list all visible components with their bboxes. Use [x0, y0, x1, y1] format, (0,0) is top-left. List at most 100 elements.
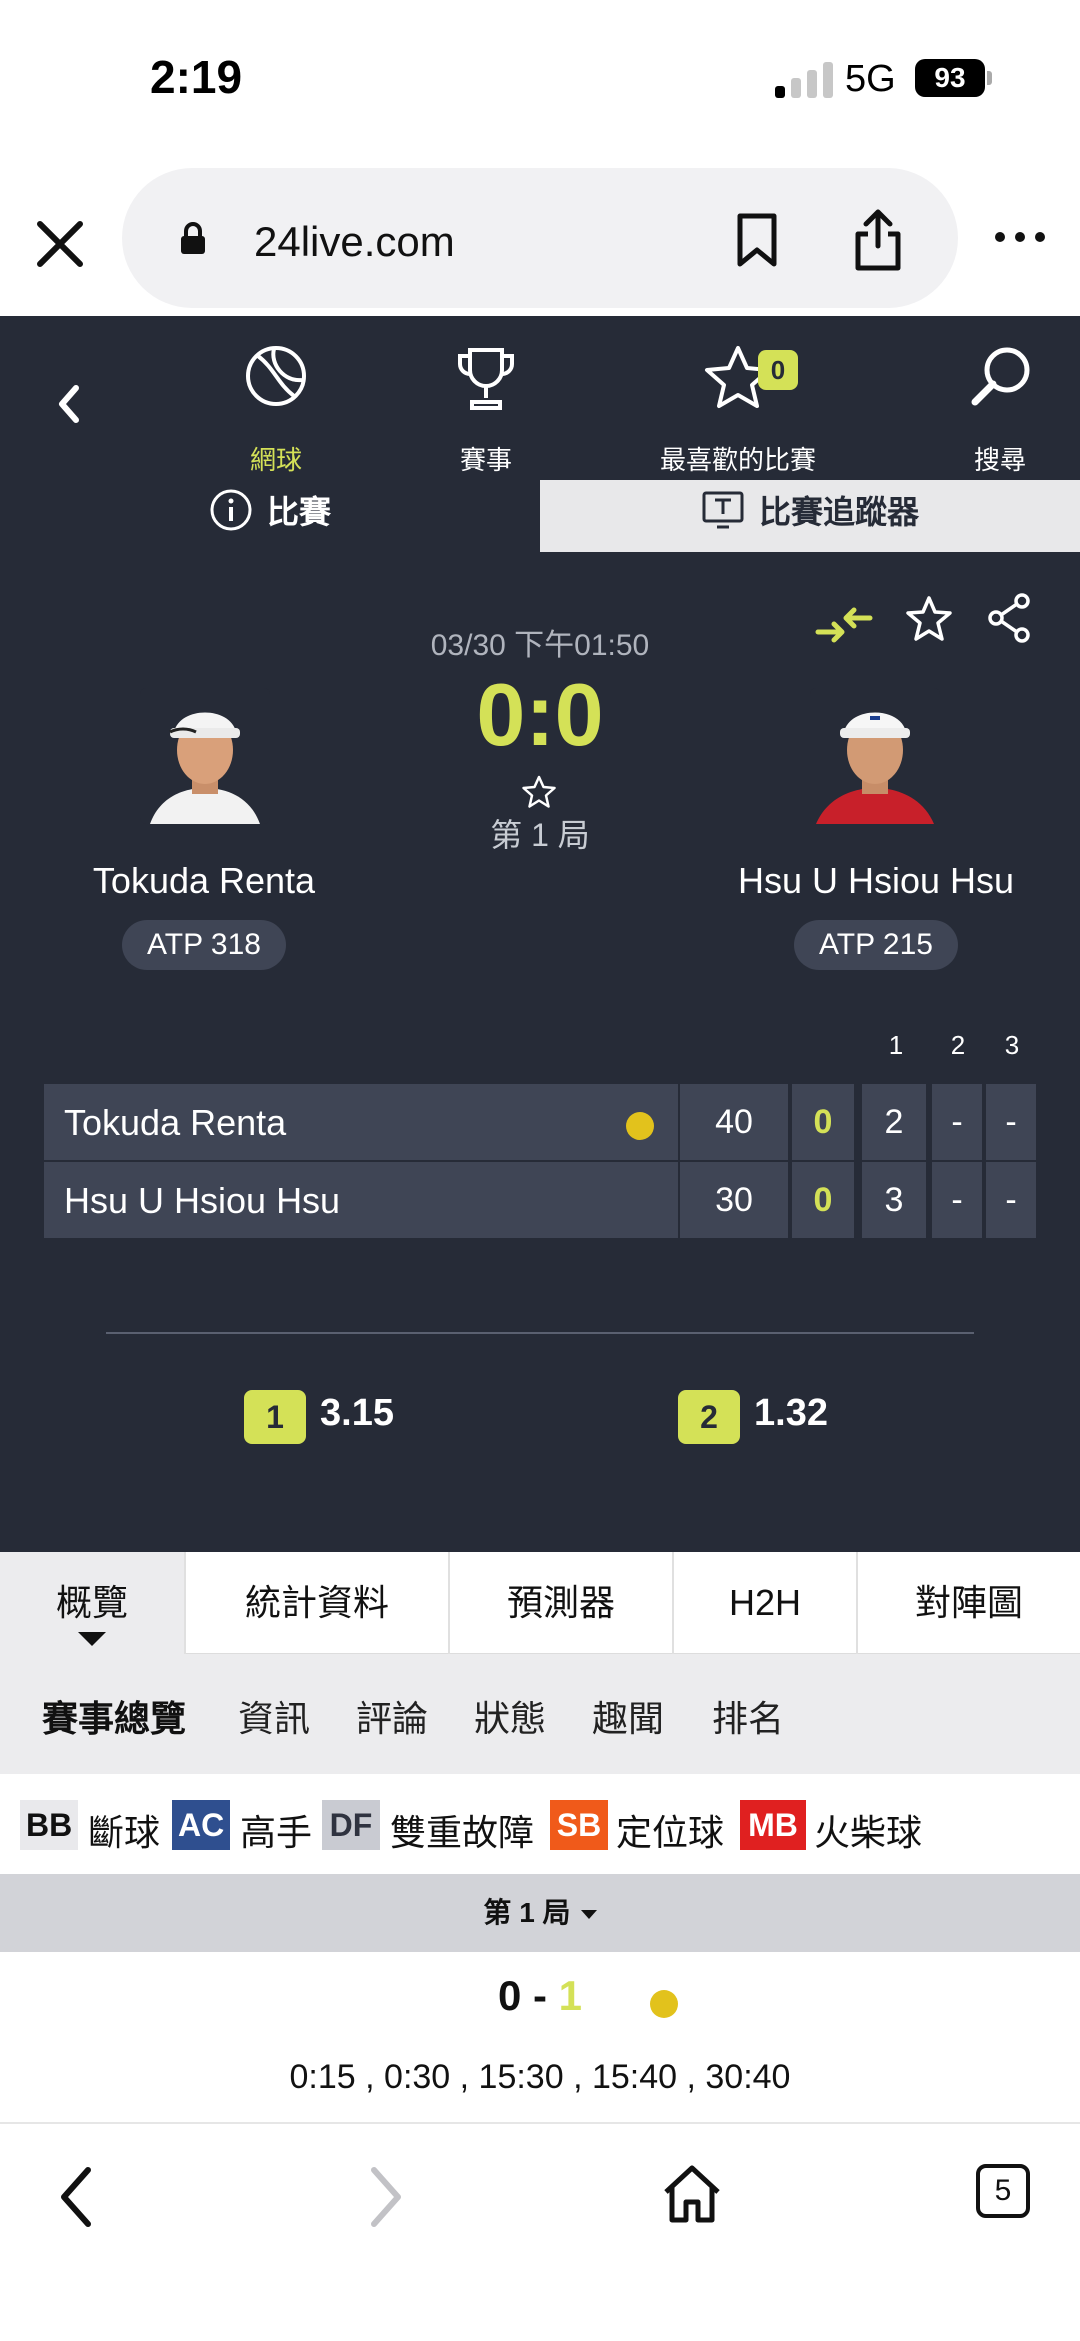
nav-favorites[interactable]: 0 最喜歡的比賽 [648, 330, 828, 475]
trophy-icon [458, 348, 514, 410]
share-match-icon[interactable] [986, 592, 1032, 644]
game-score-left: 0 [497, 1972, 522, 2019]
signal-icon [775, 62, 833, 98]
legend-label-ac: 高手 [240, 1812, 313, 1853]
points-cell: 40 [680, 1084, 788, 1160]
tabs-count-button[interactable]: 5 [976, 2164, 1030, 2218]
active-tab-caret [78, 1632, 106, 1646]
favorites-count-badge: 0 [758, 350, 798, 390]
set1-cell: 3 [862, 1162, 926, 1238]
away-player-rank: ATP 215 [794, 920, 958, 970]
collapse-icon[interactable] [814, 598, 874, 652]
set-header-2: 2 [950, 1030, 966, 1060]
tennis-ball-icon [246, 346, 306, 406]
player-avatar [810, 688, 940, 824]
legend: BB 斷球 AC 高手 DF 雙重故障 SB 定位球 MB 火柴球 [0, 1774, 1080, 1874]
game-selector-label: 第 1 局 [483, 1897, 571, 1928]
subtab-rankings[interactable]: 排名 [712, 1690, 784, 1742]
home-player-photo[interactable] [140, 688, 270, 824]
nav-tournaments[interactable]: 賽事 [396, 330, 576, 475]
match-panel: 網球 賽事 0 最喜歡的比賽 搜尋 比賽 比賽追蹤器 03/30 下午01:50… [0, 316, 1080, 1552]
player-avatar [140, 688, 270, 824]
point-sequence: 0:15 , 0:30 , 15:30 , 15:40 , 30:40 [289, 2058, 791, 2096]
odds-value-away[interactable]: 1.32 [754, 1392, 828, 1435]
bookmark-icon[interactable] [732, 212, 782, 268]
nav-tennis-label: 網球 [249, 445, 302, 475]
legend-label-sb: 定位球 [616, 1812, 725, 1853]
set1-cell: 2 [862, 1084, 926, 1160]
tab-predictor[interactable]: 預測器 [448, 1552, 672, 1654]
tab-match-label: 比賽 [266, 494, 331, 530]
legend-code-bb: BB [20, 1800, 78, 1850]
game-selector[interactable]: 第 1 局 [0, 1874, 1080, 1952]
score-row-name: Hsu U Hsiou Hsu [64, 1180, 341, 1221]
nav-search[interactable]: 搜尋 [910, 330, 1080, 475]
score-name-cell: Tokuda Renta [44, 1084, 678, 1160]
tab-draw[interactable]: 對陣圖 [856, 1552, 1080, 1654]
match-score: 0:0 [476, 665, 604, 764]
subtab-comments[interactable]: 評論 [356, 1690, 428, 1742]
info-icon [210, 489, 252, 531]
url-text: 24live.com [254, 218, 455, 265]
tab-overview-label: 概覽 [55, 1582, 128, 1623]
sets-won-cell: 0 [792, 1084, 854, 1160]
match-datetime: 03/30 下午01:50 [430, 629, 650, 662]
share-icon[interactable] [850, 206, 906, 272]
back-icon[interactable] [44, 374, 94, 434]
points-cell: 30 [680, 1162, 788, 1238]
browser-toolbar: 5 [0, 2122, 1080, 2341]
legend-code-sb: SB [550, 1800, 608, 1850]
more-icon[interactable] [990, 222, 1050, 252]
score-row-away: Hsu U Hsiou Hsu 30 0 3 - - [44, 1162, 1038, 1238]
browser-back-icon[interactable] [52, 2162, 102, 2232]
battery-icon: 93 [915, 59, 985, 97]
divider [106, 1332, 974, 1334]
serving-indicator [626, 1112, 654, 1140]
tracker-icon [702, 491, 744, 529]
address-bar[interactable]: 24live.com [122, 168, 958, 308]
browser-forward-icon[interactable] [360, 2162, 410, 2232]
favorite-star-icon[interactable] [904, 594, 954, 644]
star-outline-icon[interactable] [520, 774, 558, 810]
sub-tabs: 賽事總覽 資訊 評論 狀態 趣聞 排名 [0, 1654, 1080, 1774]
score-name-cell: Hsu U Hsiou Hsu [44, 1162, 678, 1238]
home-player-name[interactable]: Tokuda Renta [4, 860, 404, 902]
tab-overview[interactable]: 概覽 [0, 1552, 184, 1654]
tab-h2h[interactable]: H2H [672, 1552, 856, 1654]
subtab-form[interactable]: 狀態 [474, 1690, 546, 1742]
tab-match[interactable]: 比賽 [0, 480, 540, 552]
set2-cell: - [932, 1084, 982, 1160]
set-header-1: 1 [888, 1030, 904, 1060]
status-time: 2:19 [150, 51, 243, 103]
legend-label-df: 雙重故障 [390, 1812, 535, 1853]
tab-tracker-label: 比賽追蹤器 [758, 494, 919, 530]
nav-favorites-label: 最喜歡的比賽 [659, 445, 816, 475]
odds-value-home[interactable]: 3.15 [320, 1392, 394, 1435]
tab-tracker[interactable]: 比賽追蹤器 [540, 480, 1080, 552]
subtab-summary[interactable]: 賽事總覽 [42, 1690, 186, 1742]
browser-bar: 24live.com [0, 160, 1080, 316]
nav-search-label: 搜尋 [973, 445, 1026, 475]
home-icon[interactable] [660, 2162, 724, 2226]
odds-badge-away[interactable]: 2 [678, 1390, 740, 1444]
legend-code-df: DF [322, 1800, 380, 1850]
score-row-name: Tokuda Renta [64, 1102, 287, 1143]
sets-won-cell: 0 [792, 1162, 854, 1238]
lock-icon [181, 222, 205, 254]
network-label: 5G [845, 58, 896, 100]
battery-tip [987, 71, 992, 85]
close-button[interactable] [28, 212, 92, 276]
search-icon [971, 347, 1030, 406]
subtab-info[interactable]: 資訊 [238, 1690, 310, 1742]
away-player-photo[interactable] [810, 688, 940, 824]
odds-badge-home[interactable]: 1 [244, 1390, 306, 1444]
legend-label-bb: 斷球 [88, 1812, 161, 1853]
home-player-rank: ATP 318 [122, 920, 286, 970]
serving-indicator [650, 1990, 678, 2018]
nav-tennis[interactable]: 網球 [186, 330, 366, 475]
status-bar: 2:19 5G 93 [0, 0, 1080, 160]
subtab-trivia[interactable]: 趣聞 [592, 1690, 664, 1742]
tab-statistics[interactable]: 統計資料 [184, 1552, 448, 1654]
main-tabs: 概覽 統計資料 預測器 H2H 對陣圖 [0, 1552, 1080, 1654]
away-player-name[interactable]: Hsu U Hsiou Hsu [676, 860, 1076, 902]
